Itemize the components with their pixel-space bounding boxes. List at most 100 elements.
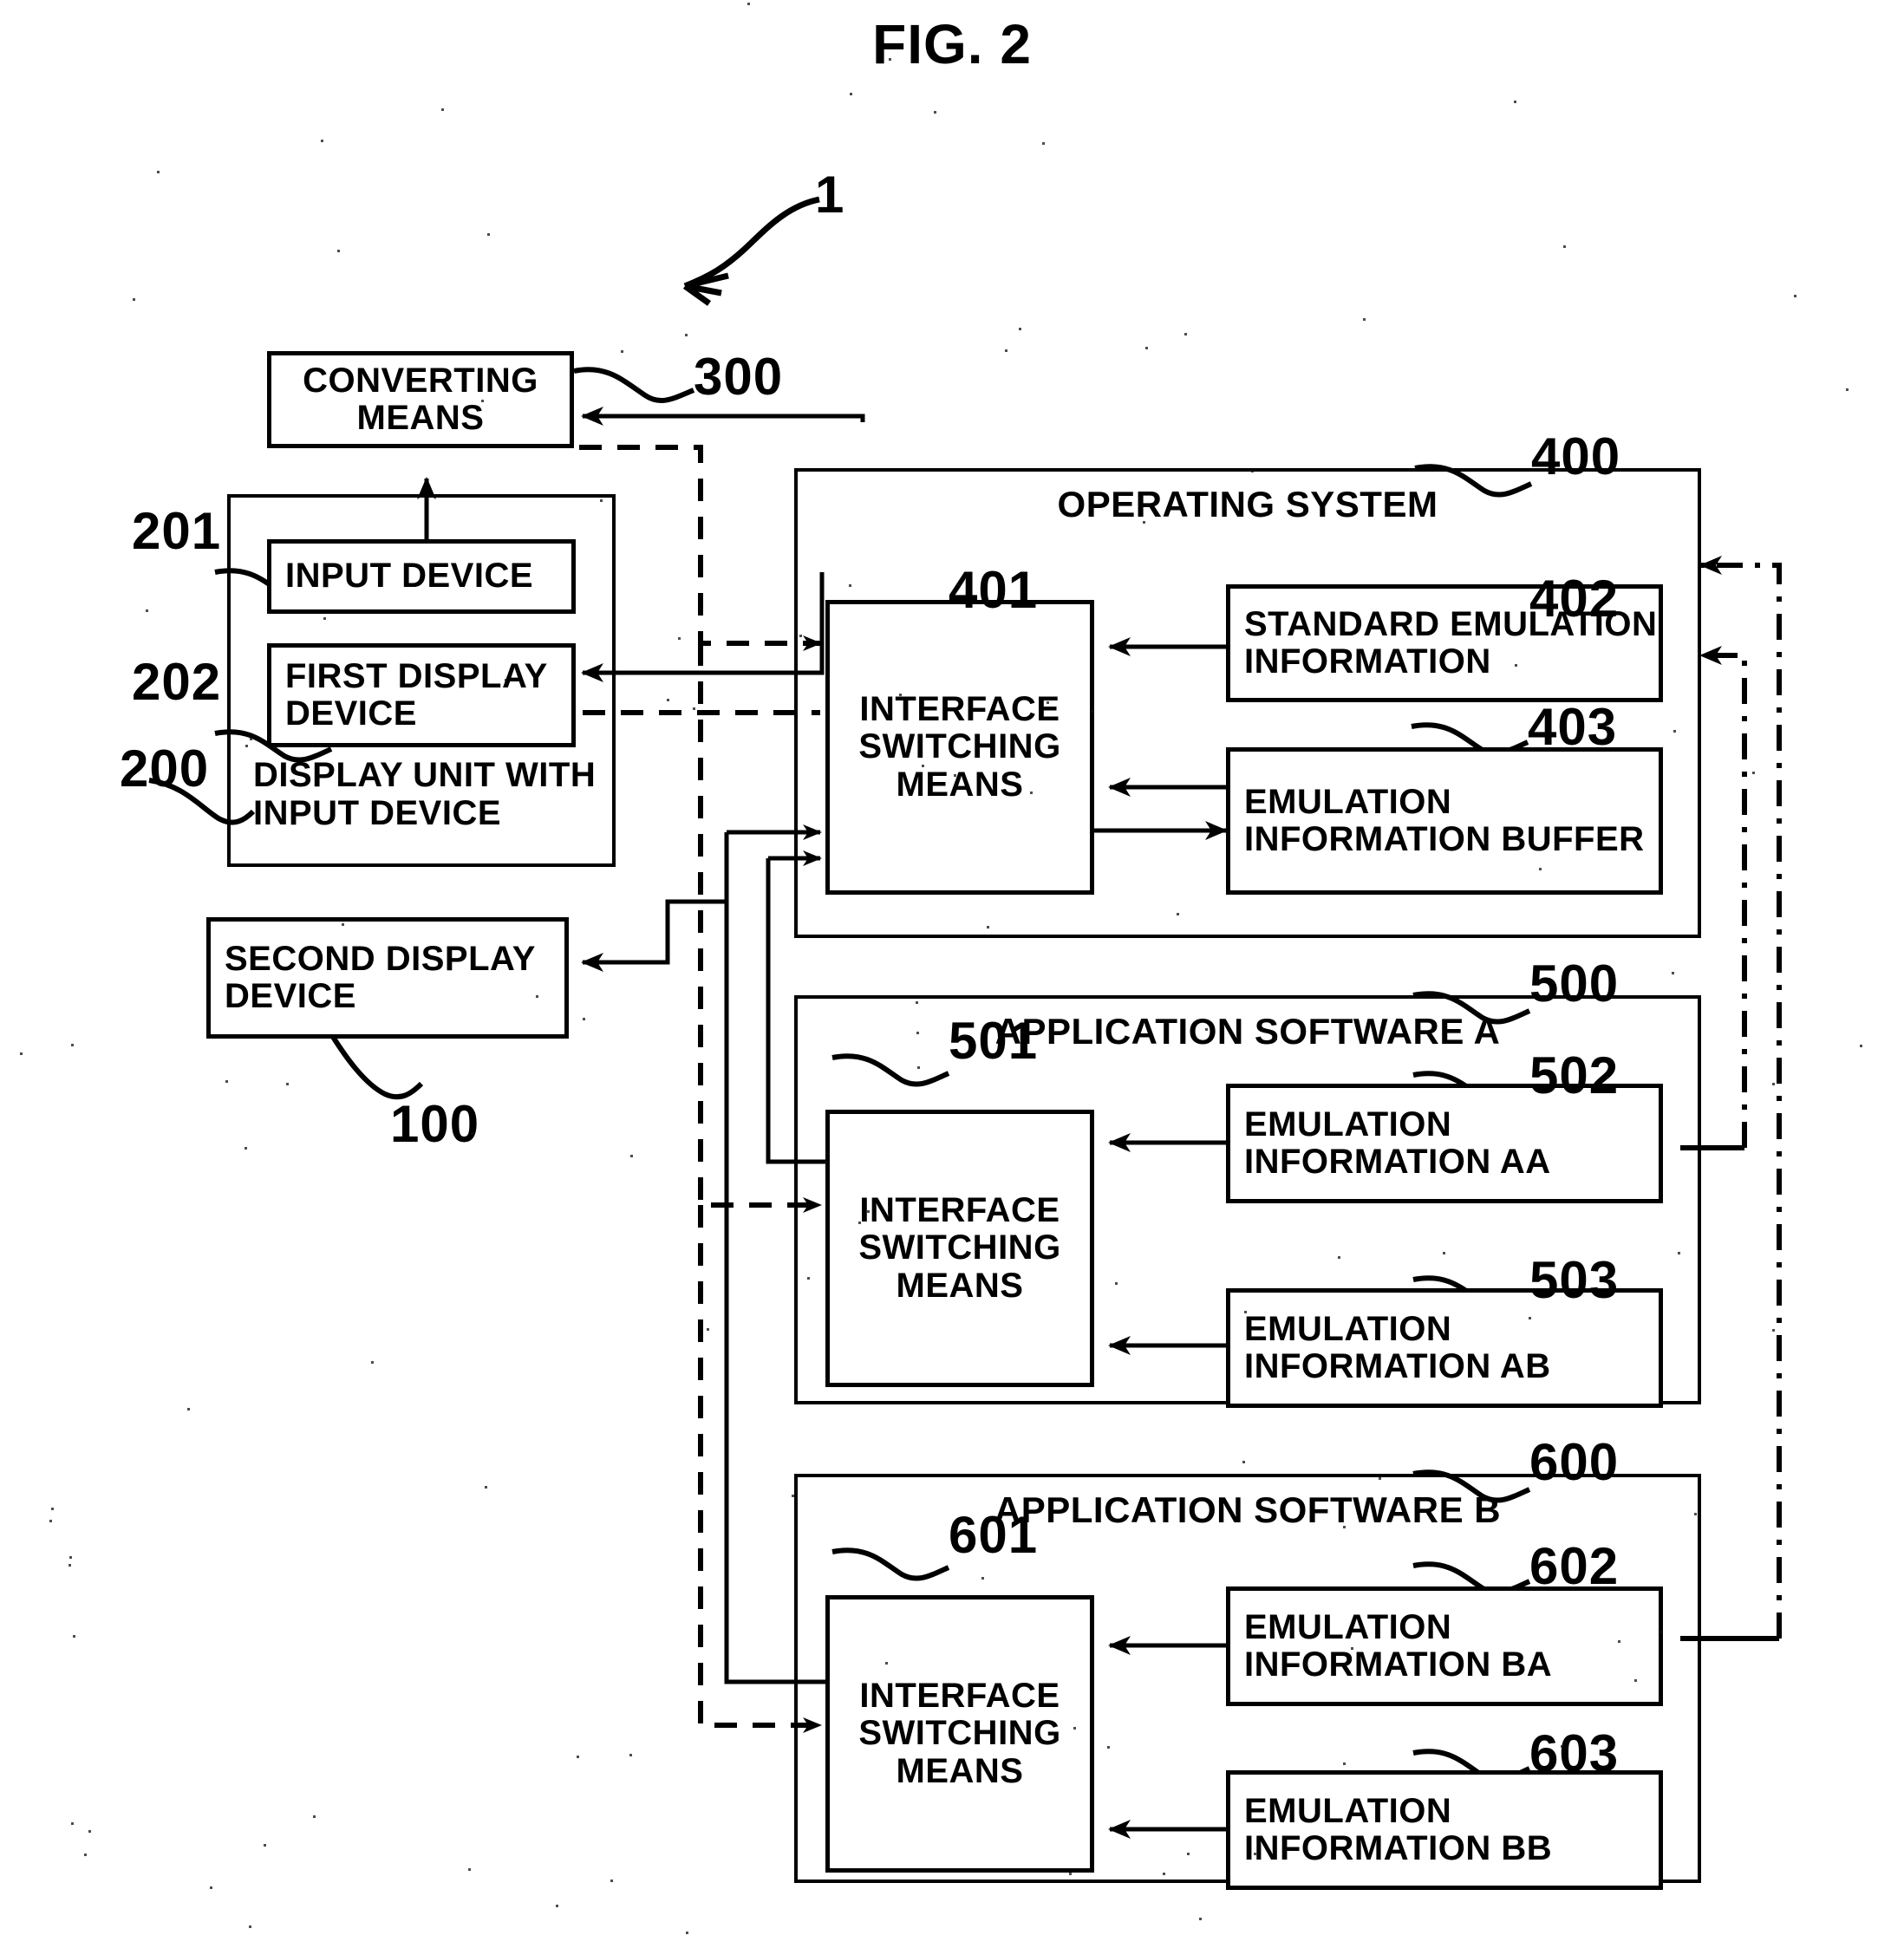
scan-speckle: [807, 1277, 810, 1280]
scan-speckle: [981, 1577, 984, 1580]
scan-speckle: [536, 995, 538, 998]
display-unit-label: DISPLAY UNIT WITH INPUT DEVICE: [253, 756, 597, 832]
scan-speckle: [889, 58, 891, 61]
second-display-device-label: SECOND DISPLAY DEVICE: [225, 939, 536, 1015]
scan-speckle: [1343, 1526, 1346, 1528]
appb-interface-switching-means-label: INTERFACE SWITCHING MEANS: [858, 1677, 1061, 1790]
scan-speckle: [1794, 295, 1796, 297]
scan-speckle: [858, 1222, 861, 1224]
ref-402: 402: [1529, 570, 1620, 628]
scan-speckle: [1163, 1873, 1165, 1875]
ref-501: 501: [949, 1012, 1039, 1070]
scan-speckle: [1030, 792, 1033, 794]
scan-speckle: [1177, 913, 1179, 915]
scan-speckle: [1694, 1513, 1697, 1515]
scan-speckle: [922, 765, 924, 767]
scan-speckle: [629, 1754, 632, 1756]
scan-speckle: [1539, 868, 1542, 870]
figure-title: FIG. 2: [872, 13, 1032, 75]
scan-speckle: [667, 699, 669, 701]
scan-speckle: [707, 1328, 709, 1331]
scan-speckle: [885, 1662, 888, 1665]
converting-means-box[interactable]: CONVERTING MEANS: [267, 351, 574, 448]
scan-speckle: [1073, 1727, 1076, 1730]
scan-speckle: [146, 609, 148, 612]
scan-speckle: [1379, 1477, 1381, 1480]
scan-speckle: [1351, 1647, 1353, 1650]
scan-speckle: [1563, 245, 1566, 248]
scan-speckle: [1678, 1252, 1680, 1254]
scan-speckle: [621, 350, 623, 353]
scan-speckle: [1860, 1045, 1862, 1047]
second-display-device-box[interactable]: SECOND DISPLAY DEVICE: [206, 917, 569, 1039]
emulation-information-buffer-label: EMULATION INFORMATION BUFFER: [1244, 782, 1645, 858]
scan-speckle: [1561, 1745, 1563, 1748]
emulation-information-aa-label: EMULATION INFORMATION AA: [1244, 1104, 1551, 1181]
scan-speckle: [49, 1520, 52, 1522]
scan-speckle: [225, 1080, 228, 1083]
emulation-information-buffer-box[interactable]: EMULATION INFORMATION BUFFER: [1226, 747, 1663, 895]
ref-202: 202: [132, 653, 222, 711]
ref-300: 300: [694, 348, 784, 406]
scan-speckle: [1244, 1311, 1247, 1313]
scan-speckle: [371, 1361, 374, 1364]
scan-speckle: [20, 1052, 23, 1055]
ref-403: 403: [1528, 698, 1618, 756]
scan-speckle: [342, 923, 344, 926]
scan-speckle: [1091, 710, 1093, 713]
os-interface-switching-means-label: INTERFACE SWITCHING MEANS: [858, 690, 1061, 804]
ref-100: 100: [390, 1095, 480, 1153]
scan-speckle: [747, 3, 750, 5]
scan-speckle: [916, 1001, 918, 1004]
ref-201: 201: [132, 502, 222, 560]
scan-speckle: [485, 1486, 487, 1489]
scan-speckle: [577, 1756, 579, 1758]
scan-speckle: [1772, 1329, 1775, 1332]
scan-speckle: [1254, 1853, 1256, 1855]
scan-speckle: [1634, 1679, 1637, 1682]
scan-speckle: [249, 1925, 251, 1928]
scan-speckle: [245, 745, 248, 747]
scan-speckle: [686, 1932, 688, 1934]
scan-speckle: [321, 140, 323, 142]
scan-speckle: [133, 298, 135, 301]
emulation-information-bb-label: EMULATION INFORMATION BB: [1244, 1791, 1553, 1867]
ref-603: 603: [1529, 1724, 1620, 1782]
scan-speckle: [1047, 701, 1049, 704]
scan-speckle: [799, 635, 802, 637]
scan-speckle: [1019, 328, 1021, 330]
scan-speckle: [68, 1564, 71, 1567]
scan-speckle: [1242, 1461, 1245, 1463]
scan-speckle: [1251, 470, 1254, 472]
ref-503: 503: [1529, 1251, 1620, 1309]
scan-speckle: [1042, 142, 1045, 145]
os-interface-switching-means-box[interactable]: INTERFACE SWITCHING MEANS: [825, 600, 1094, 895]
converting-means-label: CONVERTING MEANS: [303, 361, 538, 437]
appb-interface-switching-means-box[interactable]: INTERFACE SWITCHING MEANS: [825, 1595, 1094, 1873]
scan-speckle: [1846, 388, 1849, 391]
figure-canvas: FIG. 2 1 CONVERTING MEANS 300 DISPLAY UNI…: [0, 0, 1904, 1948]
emulation-information-ba-box[interactable]: EMULATION INFORMATION BA: [1226, 1586, 1663, 1706]
scan-speckle: [1069, 1873, 1072, 1875]
ref-401: 401: [949, 561, 1039, 619]
scan-speckle: [1184, 333, 1187, 336]
emulation-information-bb-box[interactable]: EMULATION INFORMATION BB: [1226, 1770, 1663, 1890]
scan-speckle: [899, 694, 902, 696]
scan-speckle: [1752, 772, 1755, 774]
emulation-information-ba-label: EMULATION INFORMATION BA: [1244, 1607, 1553, 1684]
scan-speckle: [1338, 1256, 1340, 1259]
scan-speckle: [678, 637, 681, 640]
scan-speckle: [1205, 1028, 1208, 1031]
scan-speckle: [481, 400, 484, 402]
scan-speckle: [792, 1495, 794, 1497]
ref-400: 400: [1531, 427, 1621, 485]
scan-speckle: [825, 1161, 827, 1163]
input-device-box[interactable]: INPUT DEVICE: [267, 539, 576, 614]
scan-speckle: [1143, 521, 1145, 524]
first-display-device-box[interactable]: FIRST DISPLAY DEVICE: [267, 643, 576, 747]
scan-speckle: [1443, 1252, 1445, 1254]
scan-speckle: [630, 1155, 633, 1157]
scan-speckle: [934, 111, 936, 114]
scan-speckle: [1363, 318, 1366, 321]
appa-interface-switching-means-box[interactable]: INTERFACE SWITCHING MEANS: [825, 1110, 1094, 1387]
